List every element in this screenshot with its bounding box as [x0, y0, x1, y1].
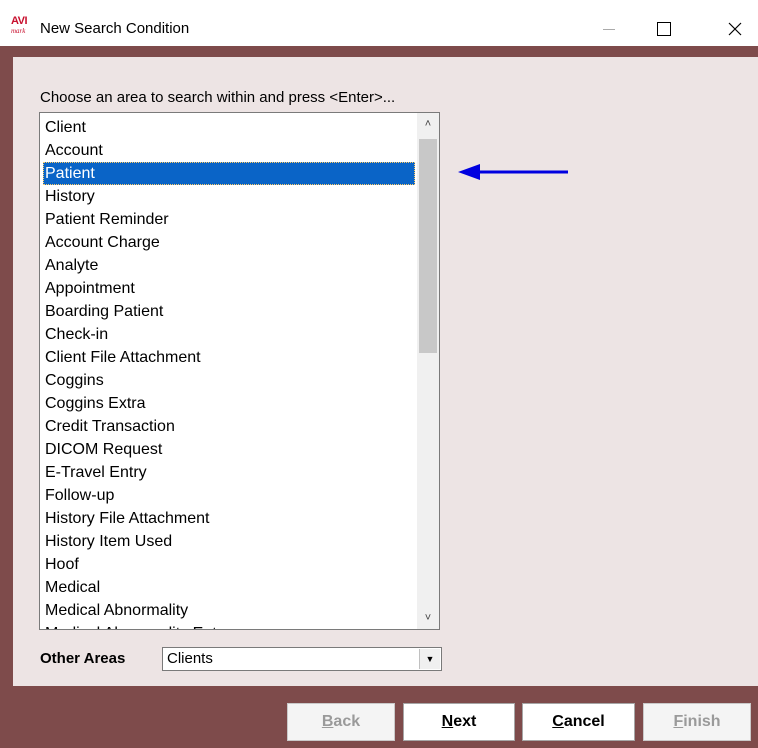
list-item[interactable]: Coggins [43, 369, 415, 392]
list-item[interactable]: Credit Transaction [43, 415, 415, 438]
list-item[interactable]: Appointment [43, 277, 415, 300]
list-item[interactable]: History Item Used [43, 530, 415, 553]
minimize-button[interactable] [586, 12, 632, 46]
other-areas-select[interactable]: Clients ▼ [162, 647, 442, 671]
list-item[interactable]: Medical [43, 576, 415, 599]
back-button[interactable]: Back [287, 703, 395, 741]
search-area-list: Client Account Patient History Patient Remin… [43, 116, 415, 629]
annotation-arrow-icon [458, 164, 568, 180]
scrollbar-thumb[interactable] [419, 139, 437, 353]
list-item[interactable]: History File Attachment [43, 507, 415, 530]
other-areas-value: Clients [167, 650, 213, 667]
search-area-listbox[interactable]: Client Account Patient History Patient Remin… [39, 112, 440, 630]
list-item[interactable]: Follow-up [43, 484, 415, 507]
scroll-up-icon[interactable]: ˄ [417, 113, 439, 135]
list-item[interactable]: Account Charge [43, 231, 415, 254]
cancel-button-accesskey: C [552, 713, 564, 730]
list-item[interactable]: Check-in [43, 323, 415, 346]
list-item[interactable]: Account [43, 139, 415, 162]
next-button[interactable]: Next [403, 703, 515, 741]
list-item[interactable]: Patient [43, 162, 415, 185]
list-item[interactable]: Hoof [43, 553, 415, 576]
finish-button-label: inish [683, 713, 721, 730]
app-logo-subtext: mark [11, 27, 26, 35]
window-title: New Search Condition [40, 20, 190, 37]
next-button-label: ext [453, 713, 477, 730]
back-button-accesskey: B [321, 713, 334, 730]
list-item[interactable]: DICOM Request [43, 438, 415, 461]
maximize-button[interactable] [641, 12, 687, 46]
vertical-scrollbar[interactable]: ˄ ˅ [417, 113, 439, 629]
list-item[interactable]: Boarding Patient [43, 300, 415, 323]
cancel-button[interactable]: Cancel [522, 703, 635, 741]
minimize-icon [603, 28, 615, 30]
scroll-down-icon[interactable]: ˅ [417, 607, 439, 629]
close-button[interactable] [712, 12, 758, 46]
next-button-accesskey: N [441, 713, 454, 730]
list-item[interactable]: Client [43, 116, 415, 139]
finish-button[interactable]: Finish [643, 703, 751, 741]
app-logo-icon: AVI mark [11, 16, 35, 38]
close-icon [728, 22, 742, 36]
dropdown-arrow-icon[interactable]: ▼ [419, 649, 440, 669]
list-item[interactable]: Analyte [43, 254, 415, 277]
list-item[interactable]: History [43, 185, 415, 208]
list-item[interactable]: Coggins Extra [43, 392, 415, 415]
finish-button-accesskey: F [673, 713, 684, 730]
maximize-icon [657, 22, 671, 36]
cancel-button-label: ancel [563, 713, 605, 730]
list-item[interactable]: Medical Abnormality [43, 599, 415, 622]
list-item[interactable]: Client File Attachment [43, 346, 415, 369]
other-areas-label: Other Areas [40, 650, 126, 667]
instruction-text: Choose an area to search within and pres… [40, 89, 396, 106]
list-item[interactable]: Medical Abnormality Entry [43, 622, 415, 629]
back-button-label: ack [333, 713, 361, 730]
list-item[interactable]: E-Travel Entry [43, 461, 415, 484]
list-item[interactable]: Patient Reminder [43, 208, 415, 231]
app-logo-text: AVI [11, 15, 28, 27]
